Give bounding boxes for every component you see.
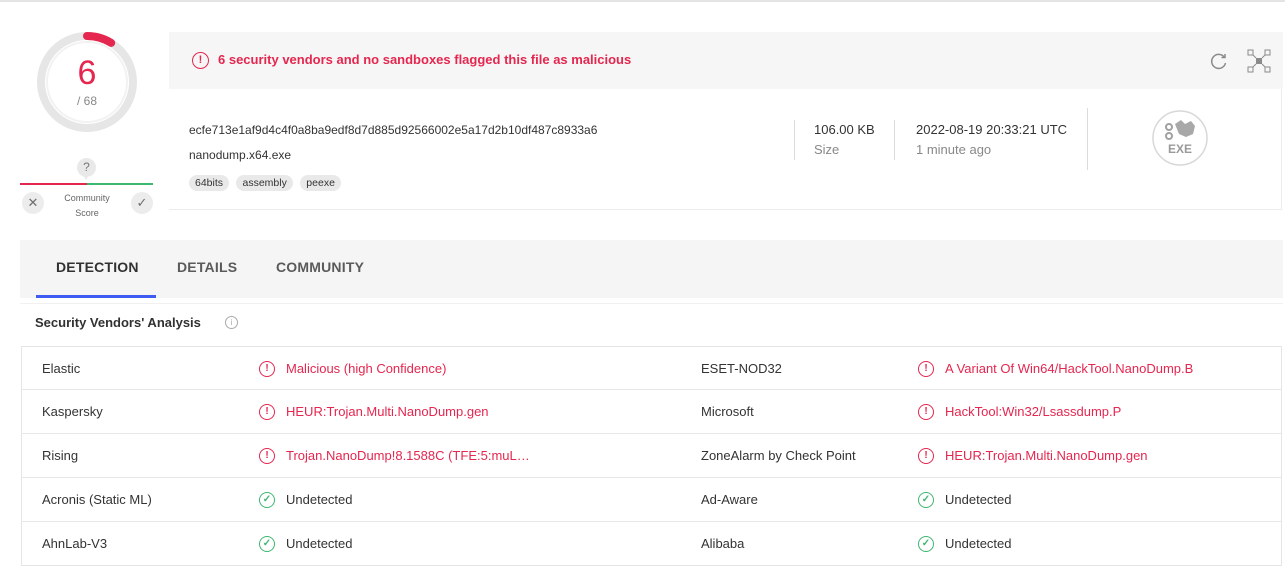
detection-result-text: HEUR:Trojan.Multi.NanoDump.gen (945, 448, 1148, 463)
malicious-alert-icon: ! (259, 403, 275, 420)
vendor-name: Acronis (Static ML) (42, 478, 152, 521)
community-score-value: ? (77, 158, 96, 180)
detection-result: ✓ Undetected (918, 522, 1012, 565)
detection-score-gauge: 6 / 68 (35, 30, 139, 134)
malicious-alert-icon: ! (918, 360, 934, 377)
detection-result: ! Trojan.NanoDump!8.1588C (TFE:5:muL… (259, 434, 530, 477)
vendor-name: ESET-NOD32 (701, 347, 782, 390)
detection-result-text: HEUR:Trojan.Multi.NanoDump.gen (286, 404, 489, 419)
vendor-name: Alibaba (701, 522, 744, 565)
undetected-check-icon: ✓ (259, 491, 275, 508)
last-analysis-date: 2022-08-19 20:33:21 UTC (916, 122, 1068, 137)
malicious-alert-icon: ! (259, 360, 275, 377)
file-type-label: EXE (1168, 142, 1192, 156)
detection-result: ! HEUR:Trojan.Multi.NanoDump.gen (918, 434, 1148, 477)
reanalyze-icon[interactable] (1209, 51, 1229, 71)
last-analysis-relative: 1 minute ago (916, 142, 992, 157)
detection-result: ! HEUR:Trojan.Multi.NanoDump.gen (259, 390, 489, 433)
file-tags: 64bits assembly peexe (189, 173, 344, 191)
file-name: nanodump.x64.exe (189, 148, 292, 162)
tab-details[interactable]: DETAILS (177, 259, 237, 275)
vendor-name-text: AhnLab-V3 (42, 536, 108, 551)
detection-result-text: Malicious (high Confidence) (286, 361, 447, 376)
divider (794, 120, 795, 160)
vendor-name: Rising (42, 434, 78, 477)
positives-count: 6 (77, 54, 97, 92)
table-row: Acronis (Static ML) ✓ Undetected Ad-Aware ✓ U… (22, 477, 1281, 521)
divider (894, 120, 895, 160)
file-hash[interactable]: ecfe713e1af9d4c4f0a8ba9edf8d7d885d925660… (189, 123, 597, 137)
vendor-name-text: ZoneAlarm by Check Point (701, 448, 856, 463)
detection-result-text: A Variant Of Win64/HackTool.NanoDump.B (945, 361, 1194, 376)
file-size-label: Size (814, 142, 840, 157)
section-title: Security Vendors' Analysis (35, 315, 201, 330)
vendor-name-text: Acronis (Static ML) (42, 492, 152, 507)
tag-chip[interactable]: peexe (300, 175, 341, 191)
vendor-name: AhnLab-V3 (42, 522, 107, 565)
vendor-name-text: Alibaba (701, 536, 745, 551)
community-score-label: Community Score (52, 191, 122, 221)
tab-community[interactable]: COMMUNITY (276, 259, 364, 275)
detection-result: ! HackTool:Win32/Lsassdump.P (918, 390, 1121, 433)
undetected-check-icon: ✓ (918, 535, 934, 552)
detection-result: ✓ Undetected (918, 478, 1012, 521)
vendor-name-text: Elastic (42, 361, 81, 376)
alert-exclamation-icon: ! (192, 52, 209, 69)
vendor-name: Elastic (42, 347, 80, 390)
vendor-name-text: ESET-NOD32 (701, 361, 782, 376)
community-label-line2: Score (75, 208, 99, 218)
detection-result-text: Trojan.NanoDump!8.1588C (TFE:5:muL… (286, 448, 530, 463)
vendors-table: Elastic! Malicious (high Confidence) ESET-… (21, 346, 1282, 566)
top-border (0, 0, 1285, 2)
table-row: Elastic! Malicious (high Confidence) ESET-… (22, 347, 1281, 389)
vendor-name: Ad-Aware (701, 478, 758, 521)
detection-result-text: Undetected (286, 492, 353, 507)
graph-summary-icon[interactable] (1247, 49, 1271, 73)
detection-result: ✓ Undetected (259, 522, 353, 565)
table-row: AhnLab-V3 ✓ Undetected Alibaba ✓ Undetected (22, 521, 1281, 565)
tag-chip[interactable]: assembly (236, 175, 293, 191)
vendor-name: ZoneAlarm by Check Point (701, 434, 856, 477)
tag-chip[interactable]: 64bits (189, 175, 230, 191)
malicious-alert-icon: ! (259, 447, 275, 464)
vendor-name: Microsoft (701, 390, 754, 433)
community-bar-negative (20, 183, 87, 185)
vendor-name-text: Microsoft (701, 404, 754, 419)
check-icon: ✓ (136, 195, 148, 210)
divider (1087, 108, 1088, 170)
detection-result-text: Undetected (945, 492, 1012, 507)
vendor-name-text: Kaspersky (42, 404, 103, 419)
detection-result: ✓ Undetected (259, 478, 353, 521)
file-size-value: 106.00 KB (814, 122, 875, 137)
vendor-name: Kaspersky (42, 390, 103, 433)
close-icon: ✕ (27, 195, 39, 210)
malicious-alert-icon: ! (918, 403, 934, 420)
vendor-name-text: Ad-Aware (701, 492, 758, 507)
section-divider (20, 303, 1283, 304)
alert-text: 6 security vendors and no sandboxes flag… (218, 52, 632, 67)
table-row: Rising! Trojan.NanoDump!8.1588C (TFE:5:mu… (22, 433, 1281, 477)
tab-detection[interactable]: DETECTION (56, 259, 139, 275)
exe-file-type-icon: EXE (1151, 109, 1209, 167)
undetected-check-icon: ✓ (918, 491, 934, 508)
detection-result-text: Undetected (286, 536, 353, 551)
vendor-name-text: Rising (42, 448, 79, 463)
community-label-line1: Community (64, 193, 110, 203)
table-row: Kaspersky! HEUR:Trojan.Multi.NanoDump.gen… (22, 389, 1281, 433)
vote-malicious-button[interactable]: ✕ (22, 192, 44, 214)
file-info-panel (169, 89, 1282, 210)
active-tab-indicator (36, 295, 156, 298)
malicious-alert-icon: ! (918, 447, 934, 464)
detection-result: ! Malicious (high Confidence) (259, 347, 446, 390)
detection-result-text: Undetected (945, 536, 1012, 551)
vote-harmless-button[interactable]: ✓ (131, 192, 153, 214)
detection-result-text: HackTool:Win32/Lsassdump.P (945, 404, 1122, 419)
community-bar-positive (87, 183, 153, 185)
info-icon[interactable]: i (225, 316, 238, 329)
detection-result: ! A Variant Of Win64/HackTool.NanoDump.B (918, 347, 1193, 390)
total-engines: / 68 (76, 94, 97, 108)
undetected-check-icon: ✓ (259, 535, 275, 552)
